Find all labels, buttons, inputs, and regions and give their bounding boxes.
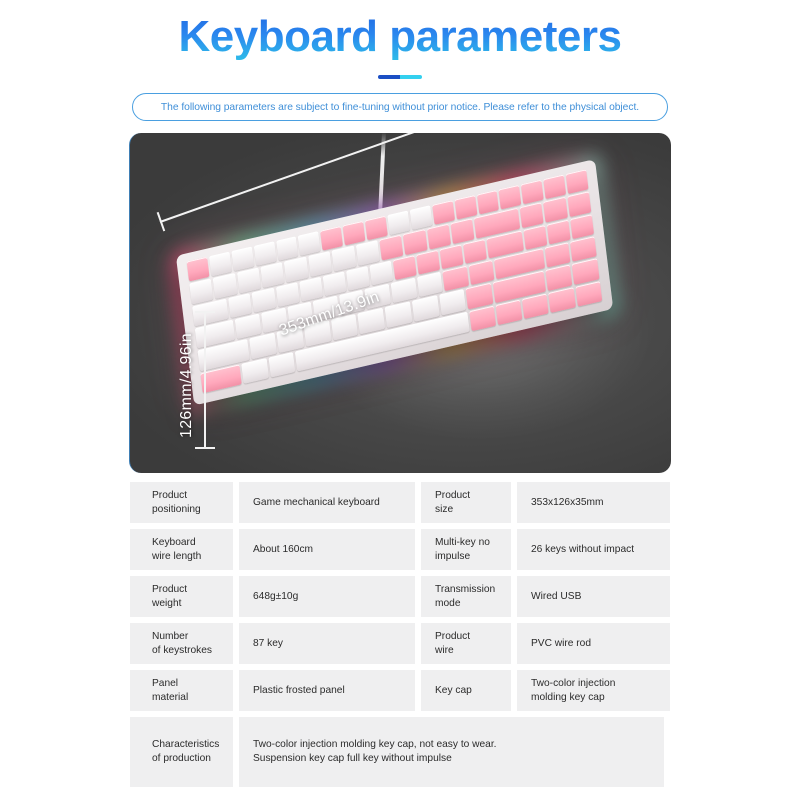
spec-label-line: Product xyxy=(435,630,471,642)
spec-value: Plastic frosted panel xyxy=(239,670,415,711)
spec-label-line: Product xyxy=(152,583,188,595)
table-row: Keyboard wire length About 160cm Multi-k… xyxy=(130,529,670,570)
notice-text: The following parameters are subject to … xyxy=(160,101,640,113)
spec-label-line: Number xyxy=(152,630,189,642)
spec-value: 87 key xyxy=(239,623,415,664)
spec-value: 353x126x35mm xyxy=(517,482,670,523)
spec-label: Product weight xyxy=(130,576,233,617)
spec-label: Number of keystrokes xyxy=(130,623,233,664)
spec-label: Key cap xyxy=(421,670,511,711)
spec-value: Wired USB xyxy=(517,576,670,617)
spec-label-line: wire length xyxy=(152,550,202,562)
spec-value-line: Two-color injection molding key cap, not… xyxy=(253,739,497,750)
spec-label-line: impulse xyxy=(435,550,471,562)
spec-label-line: material xyxy=(152,691,189,703)
spec-label: Product positioning xyxy=(130,482,233,523)
title-divider xyxy=(378,75,422,79)
table-row: Number of keystrokes 87 key Product wire… xyxy=(130,623,670,664)
spec-label: Characteristics of production xyxy=(130,717,233,787)
spec-value: Game mechanical keyboard xyxy=(239,482,415,523)
height-dimension-label: 126mm/4.96in xyxy=(178,333,195,438)
spec-label-line: Panel xyxy=(152,677,179,689)
spec-label-line: positioning xyxy=(152,503,201,515)
table-row: Characteristics of production Two-color … xyxy=(130,717,670,787)
spec-label-line: Product xyxy=(435,489,471,501)
spec-value: About 160cm xyxy=(239,529,415,570)
specification-table: Product positioning Game mechanical keyb… xyxy=(130,482,670,787)
spec-value-line: molding key cap xyxy=(531,691,605,703)
spec-value: 648g±10g xyxy=(239,576,415,617)
spec-label-line: wire xyxy=(435,644,454,656)
spec-label: Product wire xyxy=(421,623,511,664)
spec-value: Two-color injection molding key cap, not… xyxy=(239,717,664,787)
spec-label-line: Keyboard xyxy=(152,536,196,548)
page-header: Keyboard parameters The following parame… xyxy=(0,0,800,121)
spec-label-line: Characteristics xyxy=(152,739,220,750)
table-row: Product weight 648g±10g Transmission mod… xyxy=(130,576,670,617)
notice-banner: The following parameters are subject to … xyxy=(132,93,668,121)
spec-value: 26 keys without impact xyxy=(517,529,670,570)
product-spec-page: Keyboard parameters The following parame… xyxy=(0,0,800,800)
spec-label: Keyboard wire length xyxy=(130,529,233,570)
product-hero-image: 353mm/13.9in 126mm/4.96in xyxy=(129,133,671,473)
spec-label-line: mode xyxy=(435,597,461,609)
spec-label-line: weight xyxy=(152,597,182,609)
spec-label-line: size xyxy=(435,503,454,515)
spec-label-line: Transmission xyxy=(435,583,496,595)
spec-label: Multi-key no impulse xyxy=(421,529,511,570)
spec-value: PVC wire rod xyxy=(517,623,670,664)
height-dimension-line xyxy=(195,311,215,449)
spec-value-line: Two-color injection xyxy=(531,677,616,689)
table-row: Product positioning Game mechanical keyb… xyxy=(130,482,670,523)
spec-label: Transmission mode xyxy=(421,576,511,617)
spec-value-line: Suspension key cap full key without impu… xyxy=(253,753,452,764)
spec-label-line: of production xyxy=(152,753,211,764)
spec-value: Two-color injection molding key cap xyxy=(517,670,670,711)
table-row: Panel material Plastic frosted panel Key… xyxy=(130,670,670,711)
page-title: Keyboard parameters xyxy=(179,8,622,66)
spec-label-line: Product xyxy=(152,489,188,501)
spec-label-line: of keystrokes xyxy=(152,644,213,656)
spec-label: Panel material xyxy=(130,670,233,711)
spec-label-line: Multi-key no xyxy=(435,536,490,548)
keyboard-illustration xyxy=(170,133,641,468)
spec-label: Product size xyxy=(421,482,511,523)
